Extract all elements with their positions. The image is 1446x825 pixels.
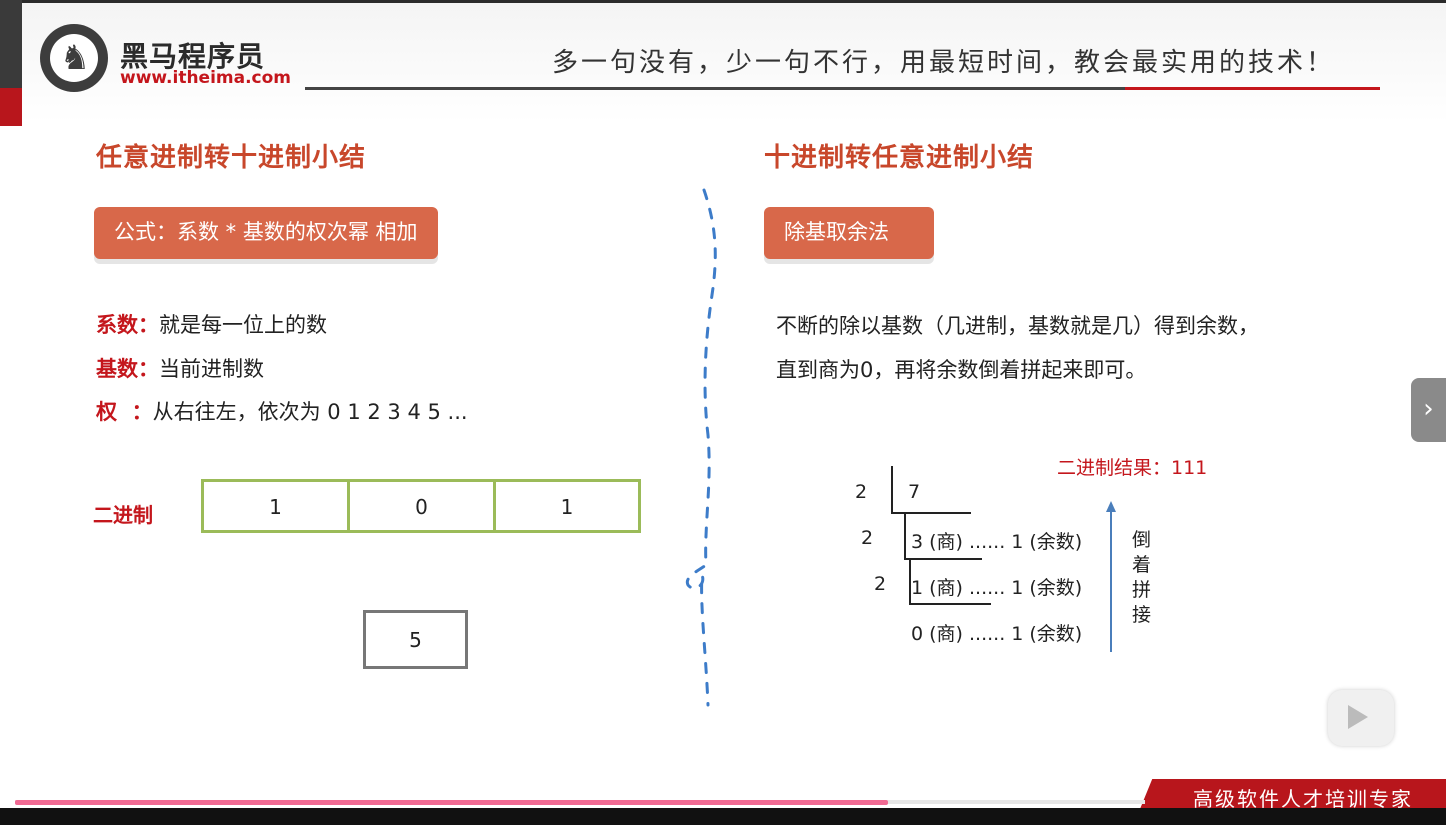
formula-pill: 公式：系数 * 基数的权次幂 相加 (94, 207, 438, 259)
up-arrow-icon (1106, 501, 1116, 652)
binary-digit-row: 1 0 1 (201, 479, 641, 537)
dashed-divider (685, 188, 717, 707)
definition-text: 就是每一位上的数 (159, 313, 327, 337)
slogan: 多一句没有，少一句不行，用最短时间，教会最实用的技术！ (552, 48, 1336, 78)
method-description-line1: 不断的除以基数（几进制，基数就是几）得到余数， (776, 314, 1259, 338)
binary-result-label: 二进制结果：111 (1057, 457, 1208, 479)
definition-coefficient: 系数：就是每一位上的数 (96, 309, 327, 339)
quotient-row: 1 (商) ...... 1 (余数) (911, 577, 1083, 599)
bottom-bar (0, 808, 1446, 825)
definition-weight: 权 ：从右往左，依次为 0 1 2 3 4 5 ... (96, 396, 468, 426)
binary-digit-cell: 1 (201, 479, 350, 533)
arrow-label-char: 拼 (1132, 579, 1152, 601)
left-section-title: 任意进制转十进制小结 (96, 143, 367, 173)
definition-label: 基数： (96, 357, 159, 381)
method-description-line2: 直到商为0，再将余数倒着拼起来即可。 (776, 358, 1147, 382)
chevron-right-icon: › (1423, 394, 1434, 424)
division-bracket-vertical (909, 560, 911, 605)
dividend: 7 (908, 481, 921, 503)
brand-url: www.itheima.com (120, 68, 292, 88)
arrow-label-char: 接 (1132, 604, 1152, 626)
definition-label: 系数： (96, 313, 159, 337)
quotient-row: 3 (商) ...... 1 (余数) (911, 531, 1083, 553)
left-edge-red-marker (0, 88, 22, 126)
left-edge-strip (0, 0, 22, 90)
decimal-result-box: 5 (363, 610, 468, 669)
divisor: 2 (855, 481, 868, 503)
division-bracket-horizontal (909, 603, 991, 605)
binary-label: 二进制 (93, 503, 153, 527)
progress-fill[interactable] (15, 800, 888, 805)
division-bracket-vertical (904, 514, 906, 560)
definition-text: 当前进制数 (159, 357, 264, 381)
horse-icon: ♞ (59, 38, 91, 78)
binary-digit-cell: 1 (493, 479, 641, 533)
division-bracket-horizontal (891, 512, 971, 514)
definition-base: 基数：当前进制数 (96, 353, 264, 383)
division-bracket-horizontal (904, 558, 982, 560)
quotient-row: 0 (商) ...... 1 (余数) (911, 623, 1083, 645)
divisor: 2 (874, 573, 887, 595)
binary-digit-cell: 0 (347, 479, 496, 533)
header-divider-accent (1125, 87, 1380, 90)
next-slide-button[interactable]: › (1411, 378, 1446, 442)
division-bracket-vertical (891, 466, 893, 514)
right-section-title: 十进制转任意进制小结 (764, 143, 1035, 173)
definition-label: 权 ： (96, 400, 153, 424)
arrow-label-char: 倒 (1132, 529, 1152, 551)
method-pill: 除基取余法 (764, 207, 934, 259)
arrow-label: 倒 着 拼 接 (1132, 528, 1154, 628)
play-icon (1348, 705, 1368, 729)
arrow-label-char: 着 (1132, 554, 1152, 576)
divisor: 2 (861, 527, 874, 549)
definition-text: 从右往左，依次为 0 1 2 3 4 5 ... (152, 400, 468, 424)
